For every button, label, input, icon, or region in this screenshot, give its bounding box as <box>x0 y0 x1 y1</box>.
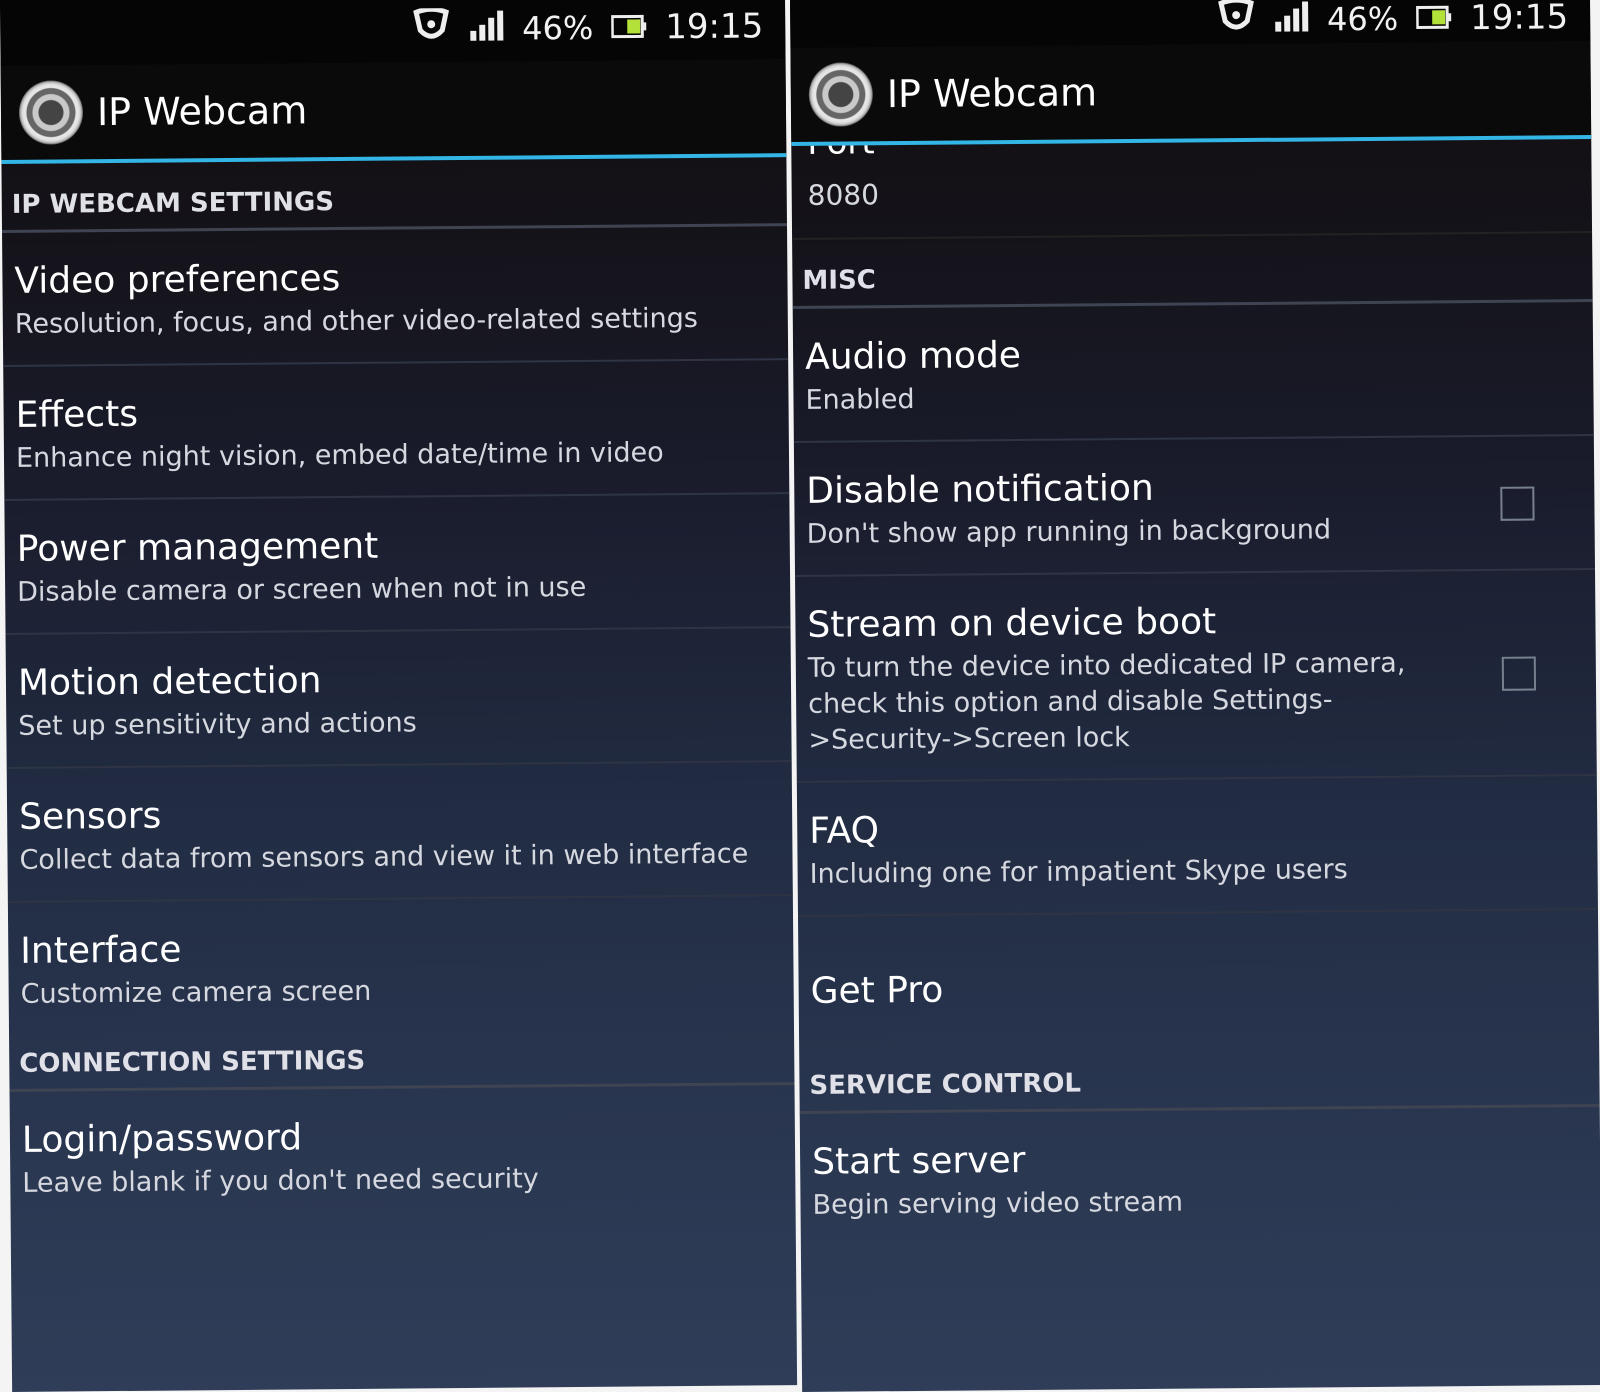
pref-title: Effects <box>15 393 139 436</box>
app-title: IP Webcam <box>886 70 1098 117</box>
pref-title: Get Pro <box>810 969 944 1012</box>
section-misc: MISC <box>792 233 1593 309</box>
checkbox-icon[interactable] <box>1500 486 1535 521</box>
pref-title: Interface <box>20 929 182 972</box>
signal-icon <box>1273 0 1309 40</box>
pref-start-server[interactable]: Start server Begin serving video stream <box>800 1107 1600 1246</box>
pref-interface[interactable]: Interface Customize camera screen <box>8 896 794 1035</box>
pref-title: FAQ <box>809 810 880 852</box>
pref-faq[interactable]: FAQ Including one for impatient Skype us… <box>796 775 1598 917</box>
left-screen: 46% 19:15 IP Webcam IP WEBCAM SETTINGS V… <box>0 0 798 1392</box>
section-ip-webcam-settings: IP WEBCAM SETTINGS <box>1 157 788 233</box>
pref-title: Stream on device boot <box>807 601 1217 646</box>
section-service-control: SERVICE CONTROL <box>799 1049 1600 1114</box>
pref-disable-notification[interactable]: Disable notification Don't show app runn… <box>793 436 1596 577</box>
pref-login-password[interactable]: Login/password Leave blank if you don't … <box>10 1085 796 1224</box>
pref-summary: Including one for impatient Skype users <box>809 854 1348 890</box>
action-bar: IP Webcam <box>790 41 1592 146</box>
battery-percent: 46% <box>521 8 594 48</box>
pref-summary: To turn the device into dedicated IP cam… <box>807 647 1406 756</box>
status-bar: 46% 19:15 <box>790 0 1591 48</box>
pref-summary: Enabled <box>805 383 915 416</box>
pref-summary: Resolution, focus, and other video-relat… <box>14 302 699 340</box>
pref-summary: 8080 <box>807 178 880 212</box>
right-screen: 46% 19:15 IP Webcam Port 8080 MISC Audio… <box>790 0 1600 1392</box>
action-bar: IP Webcam <box>0 59 787 164</box>
pref-video-preferences[interactable]: Video preferences Resolution, focus, and… <box>2 226 789 367</box>
pref-title: Motion detection <box>17 660 322 704</box>
pref-get-pro[interactable]: Get Pro <box>798 910 1599 1057</box>
shield-icon <box>1217 0 1255 41</box>
pref-title: Login/password <box>21 1117 303 1161</box>
pref-summary: Enhance night vision, embed date/time in… <box>15 437 664 474</box>
pref-sensors[interactable]: Sensors Collect data from sensors and vi… <box>6 762 793 903</box>
signal-icon <box>468 9 504 49</box>
status-bar: 46% 19:15 <box>0 0 786 66</box>
pref-audio-mode[interactable]: Audio mode Enabled <box>792 302 1594 443</box>
pref-motion-detection[interactable]: Motion detection Set up sensitivity and … <box>5 628 792 769</box>
shield-icon <box>412 6 450 50</box>
pref-title: Audio mode <box>804 334 1022 378</box>
battery-percent: 46% <box>1326 0 1399 39</box>
pref-summary: Disable camera or screen when not in use <box>17 571 587 608</box>
pref-summary: Set up sensitivity and actions <box>18 707 417 742</box>
battery-icon <box>610 8 647 46</box>
pref-summary: Leave blank if you don't need security <box>22 1163 539 1199</box>
pref-title: Disable notification <box>806 467 1154 512</box>
app-title: IP Webcam <box>96 88 308 135</box>
pref-port[interactable]: Port 8080 <box>791 139 1593 240</box>
section-connection-settings: CONNECTION SETTINGS <box>9 1028 795 1092</box>
pref-summary: Customize camera screen <box>20 975 372 1010</box>
pref-title: Start server <box>811 1139 1026 1183</box>
clock: 19:15 <box>1470 0 1569 39</box>
pref-summary: Begin serving video stream <box>812 1186 1184 1221</box>
camera-lens-icon[interactable] <box>18 80 84 145</box>
checkbox-icon[interactable] <box>1501 656 1537 691</box>
pref-title: Power management <box>16 525 379 570</box>
pref-power-management[interactable]: Power management Disable camera or scree… <box>4 494 791 635</box>
pref-summary: Don't show app running in background <box>806 514 1332 550</box>
clock: 19:15 <box>665 6 764 48</box>
pref-effects[interactable]: Effects Enhance night vision, embed date… <box>3 360 790 501</box>
battery-icon <box>1415 0 1452 38</box>
pref-title: Video preferences <box>14 258 341 302</box>
pref-summary: Collect data from sensors and view it in… <box>19 838 749 876</box>
pref-title: Sensors <box>18 795 162 838</box>
camera-lens-icon[interactable] <box>808 62 874 127</box>
pref-stream-on-device-boot[interactable]: Stream on device boot To turn the device… <box>795 569 1597 783</box>
